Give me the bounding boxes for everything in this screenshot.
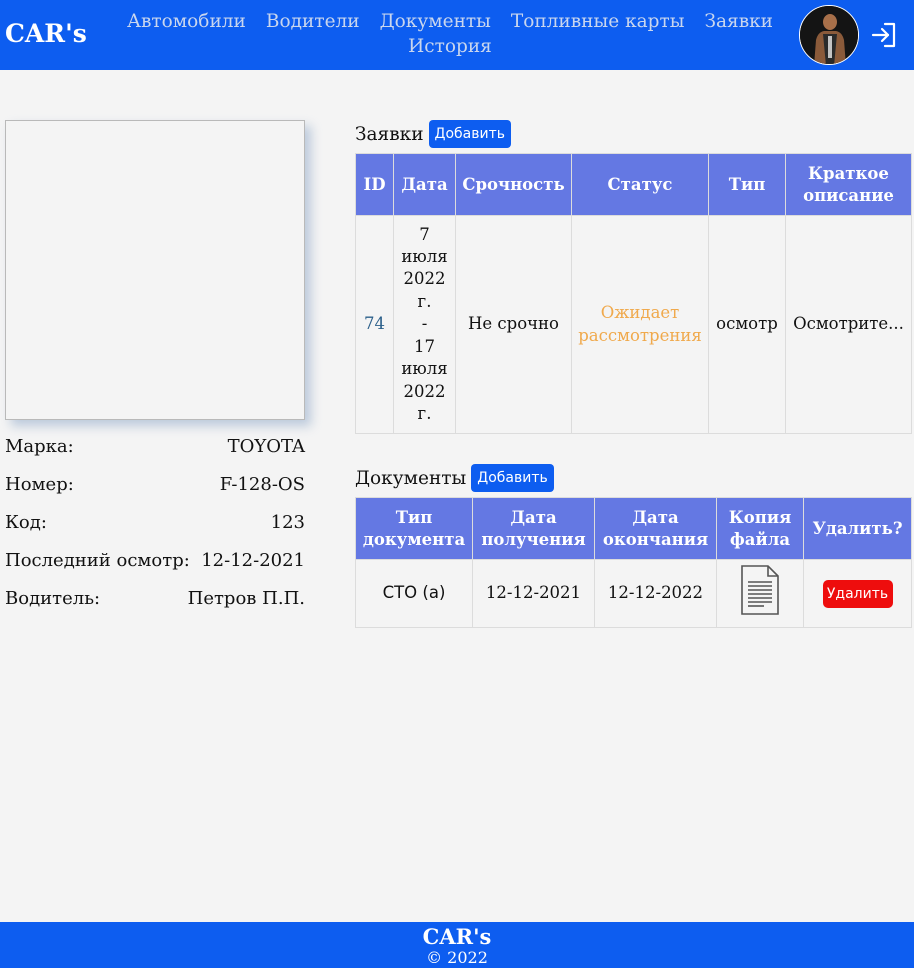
requests-header: Заявки Добавить <box>355 120 512 148</box>
requests-col-urgency: Срочность <box>455 153 572 216</box>
nav-link-requests[interactable]: Заявки <box>694 9 783 34</box>
requests-table: ID Дата Срочность Статус Тип Краткое опи… <box>355 153 912 434</box>
top-navbar: CAR's Автомобили Водители Документы Топл… <box>0 0 914 70</box>
requests-title: Заявки <box>355 123 424 145</box>
document-type: СТО (а) <box>355 559 473 628</box>
document-delete-cell: Удалить <box>803 559 912 628</box>
document-received: 12-12-2021 <box>472 559 595 628</box>
car-code-value: 123 <box>270 512 305 533</box>
request-urgency: Не срочно <box>455 215 572 434</box>
add-document-button[interactable]: Добавить <box>471 464 554 492</box>
document-file-cell <box>716 559 804 628</box>
delete-document-button[interactable]: Удалить <box>822 579 893 608</box>
nav-link-fuel-cards[interactable]: Топливные карты <box>501 9 695 34</box>
main-nav: Автомобили Водители Документы Топливные … <box>120 9 780 59</box>
footer: CAR's © 2022 <box>0 922 914 968</box>
car-brand-label: Марка: <box>5 436 74 457</box>
logout-icon[interactable] <box>869 20 899 50</box>
add-request-button[interactable]: Добавить <box>428 120 512 148</box>
requests-col-id: ID <box>355 153 394 216</box>
car-info: Марка: TOYOTA Номер: F-128-OS Код: 123 П… <box>5 436 305 626</box>
user-avatar[interactable] <box>799 5 859 65</box>
car-number-label: Номер: <box>5 474 74 495</box>
request-type: осмотр <box>708 215 786 434</box>
requests-col-status: Статус <box>571 153 709 216</box>
documents-col-expires: Дата окончания <box>594 497 717 560</box>
car-driver-value: Петров П.П. <box>187 588 305 609</box>
requests-col-description: Краткое описание <box>785 153 912 216</box>
request-id[interactable]: 74 <box>355 215 394 434</box>
car-info-row-brand: Марка: TOYOTA <box>5 436 305 474</box>
car-info-row-number: Номер: F-128-OS <box>5 474 305 512</box>
request-description: Осмотрите... <box>785 215 912 434</box>
requests-col-date: Дата <box>393 153 456 216</box>
car-info-row-driver: Водитель: Петров П.П. <box>5 588 305 626</box>
car-inspection-label: Последний осмотр: <box>5 550 190 571</box>
app-logo[interactable]: CAR's <box>5 19 87 48</box>
car-inspection-value: 12-12-2021 <box>201 550 305 571</box>
car-number-value: F-128-OS <box>219 474 305 495</box>
table-row: СТО (а) 12-12-2021 12-12-2022 Удалить <box>355 559 912 628</box>
document-file-icon[interactable] <box>740 564 780 622</box>
documents-col-received: Дата получения <box>472 497 595 560</box>
documents-header: Документы Добавить <box>355 464 554 492</box>
car-driver-label: Водитель: <box>5 588 101 609</box>
car-info-row-code: Код: 123 <box>5 512 305 550</box>
footer-brand: CAR's <box>422 924 492 949</box>
car-info-row-inspection: Последний осмотр: 12-12-2021 <box>5 550 305 588</box>
documents-col-delete: Удалить? <box>803 497 912 560</box>
table-row[interactable]: 74 7 июля 2022 г. - 17 июля 2022 г. Не с… <box>355 215 912 434</box>
car-brand-value: TOYOTA <box>227 436 305 457</box>
documents-table: Тип документа Дата получения Дата оконча… <box>355 497 912 628</box>
nav-link-documents[interactable]: Документы <box>370 9 501 34</box>
footer-copyright: © 2022 <box>426 948 488 967</box>
nav-link-history[interactable]: История <box>398 34 502 59</box>
documents-title: Документы <box>355 467 467 489</box>
car-photo <box>5 120 305 420</box>
requests-col-type: Тип <box>708 153 786 216</box>
car-code-label: Код: <box>5 512 47 533</box>
document-expires: 12-12-2022 <box>594 559 717 628</box>
nav-link-drivers[interactable]: Водители <box>256 9 370 34</box>
request-date: 7 июля 2022 г. - 17 июля 2022 г. <box>393 215 456 434</box>
documents-col-file: Копия файла <box>716 497 804 560</box>
request-status: Ожидает рассмотрения <box>571 215 709 434</box>
nav-link-cars[interactable]: Автомобили <box>117 9 256 34</box>
documents-col-type: Тип документа <box>355 497 473 560</box>
